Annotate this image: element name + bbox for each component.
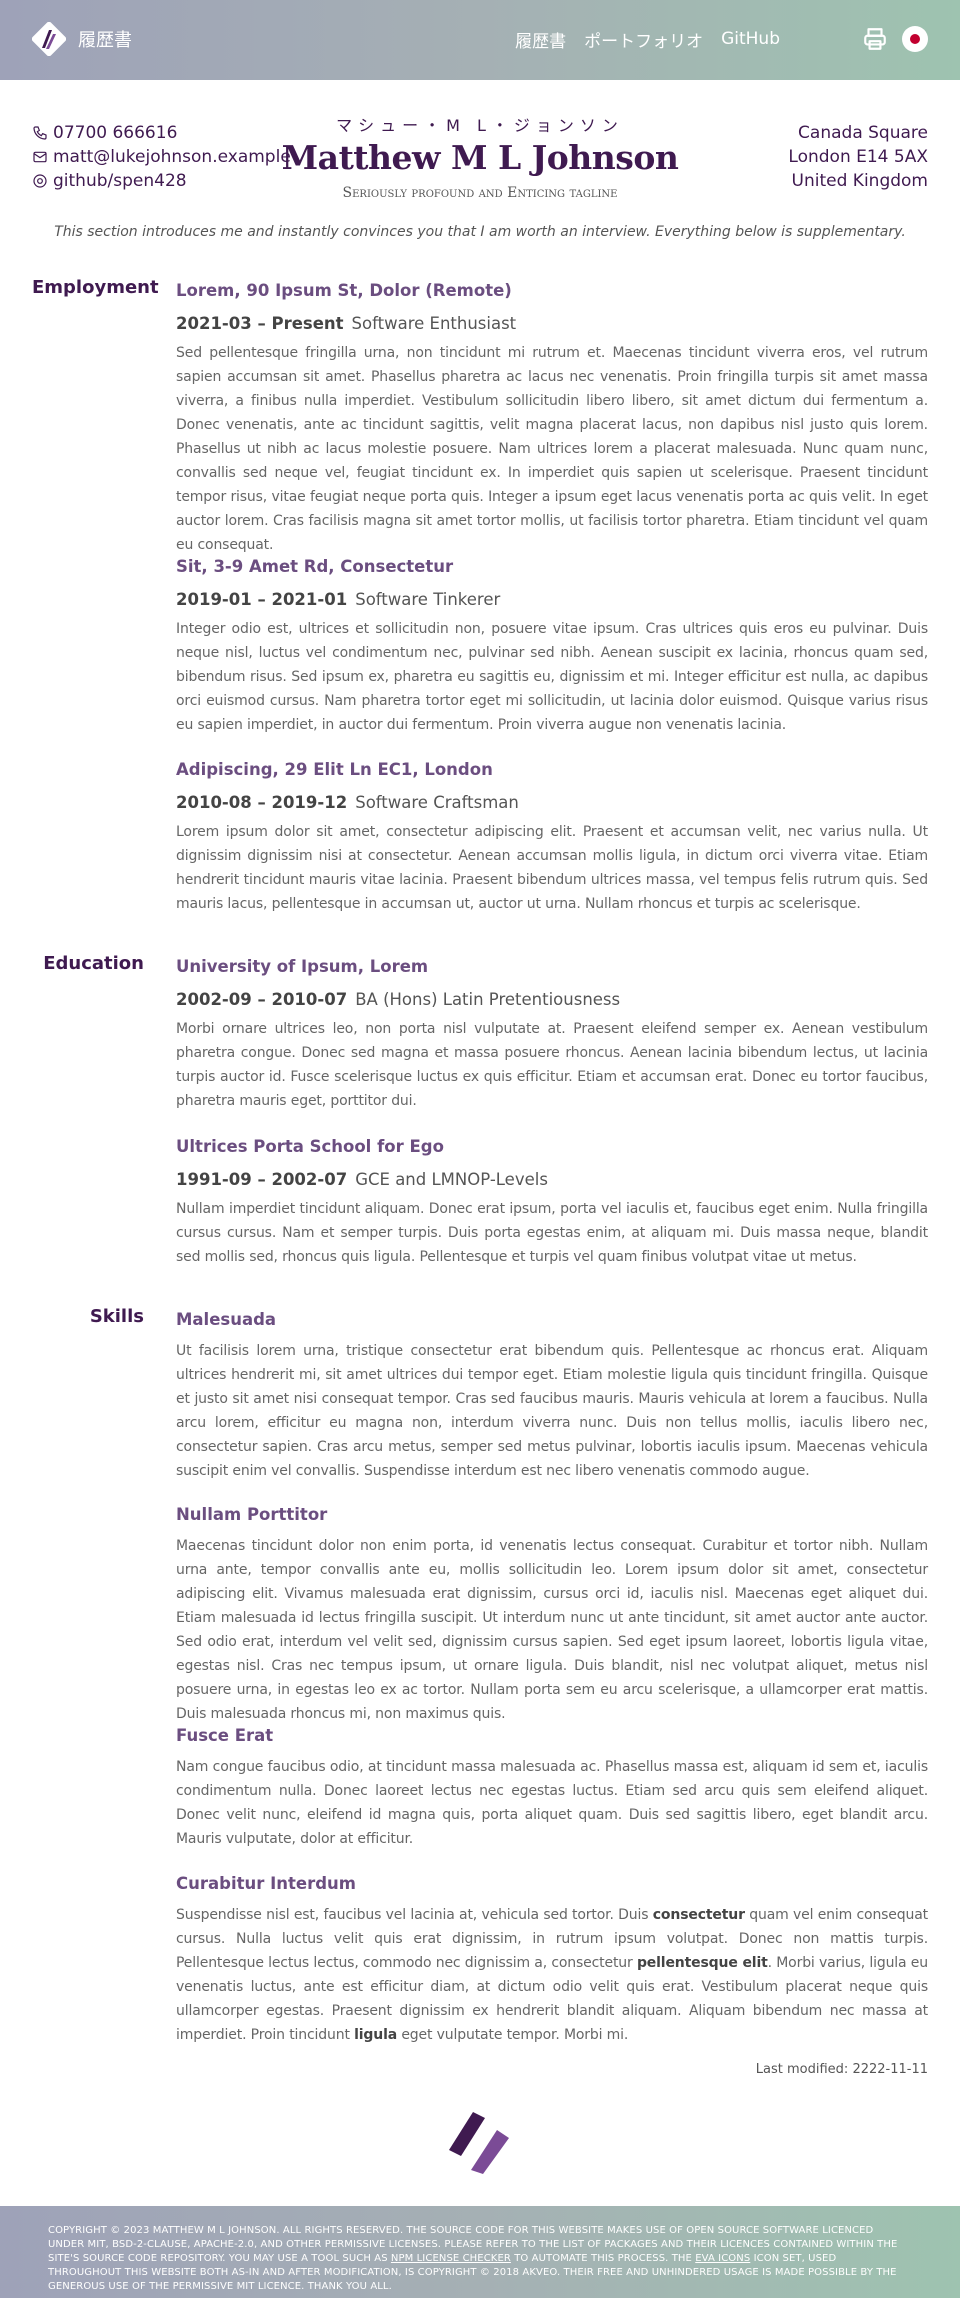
entry-role: Software Craftsman — [355, 793, 519, 812]
education-section: University of Ipsum, Lorem 2002-09 – 201… — [176, 957, 928, 1113]
footer: Copyright © 2023 Matthew M L Johnson. Al… — [0, 2206, 960, 2298]
brand[interactable]: 履歴書 — [32, 22, 132, 56]
skill-description: Ut facilisis lorem urna, tristique conse… — [176, 1343, 928, 1479]
entry-role: BA (Hons) Latin Pretentiousness — [355, 990, 621, 1009]
text-run: eget vulputate tempor. Morbi mi. — [397, 2027, 629, 2043]
address: Canada Square London E14 5AX United King… — [788, 121, 928, 193]
skills-section-3: Fusce Erat Nam congue faucibus odio, at … — [176, 1726, 928, 1851]
entry-role: Software Tinkerer — [355, 590, 501, 609]
entry-subtitle: 2019-01 – 2021-01 Software Tinkerer — [176, 590, 928, 609]
employment-section-3: Adipiscing, 29 Elit Ln EC1, London 2010-… — [176, 760, 928, 916]
phone-number: 07700 666616 — [53, 123, 178, 143]
skill-entry: Malesuada Ut facilisis lorem urna, trist… — [176, 1310, 928, 1483]
bold-text: pellentesque elit — [636, 1955, 768, 1971]
github-icon — [33, 174, 47, 188]
entry-description: Morbi ornare ultrices leo, non porta nis… — [176, 1021, 928, 1109]
skill-entry: Curabitur Interdum Suspendisse nisl est,… — [176, 1874, 928, 2047]
entry-dates: 2002-09 – 2010-07 — [176, 990, 348, 1009]
top-bar: 履歴書 履歴書 ポートフォリオ GitHub — [0, 0, 960, 80]
nav-portfolio[interactable]: ポートフォリオ — [584, 27, 703, 52]
entry-title: Ultrices Porta School for Ego — [176, 1137, 444, 1156]
email-row[interactable]: matt@lukejohnson.example — [32, 145, 291, 169]
name-furigana: マシュー・M L・ジョンソン — [336, 116, 624, 135]
tagline: Seriously profound and Enticing tagline — [342, 185, 618, 201]
entry-subtitle: 2010-08 – 2019-12 Software Craftsman — [176, 793, 928, 812]
text-run: Suspendisse nisl est, faucibus vel lacin… — [176, 1907, 653, 1923]
employment-heading: Employment — [32, 277, 159, 298]
entry-subtitle: 1991-09 – 2002-07 GCE and LMNOP-Levels — [176, 1170, 928, 1189]
copyright-notice: Copyright © 2023 Matthew M L Johnson. Al… — [48, 2224, 912, 2294]
skill-description: Nam congue faucibus odio, at tincidunt m… — [176, 1759, 928, 1847]
github-row[interactable]: github/spen428 — [32, 169, 291, 193]
address-line-3: United Kingdom — [791, 171, 928, 191]
education-heading: Education — [43, 953, 144, 974]
email-address: matt@lukejohnson.example — [53, 147, 291, 167]
phone-icon — [33, 126, 47, 140]
skills-section-2: Nullam Porttitor Maecenas tincidunt dolo… — [176, 1505, 928, 1726]
employment-section-2: Sit, 3-9 Amet Rd, Consectetur 2019-01 – … — [176, 557, 928, 737]
employment-section: Lorem, 90 Ipsum St, Dolor (Remote) 2021-… — [176, 281, 928, 557]
printer-icon[interactable] — [862, 26, 888, 52]
address-line-1: Canada Square — [798, 123, 928, 143]
education-section-2: Ultrices Porta School for Ego 1991-09 – … — [176, 1137, 928, 1269]
entry-dates: 2019-01 – 2021-01 — [176, 590, 348, 609]
entry-dates: 2010-08 – 2019-12 — [176, 793, 348, 812]
intro-statement: This section introduces me and instantly… — [54, 224, 906, 240]
npm-license-checker-link[interactable]: npm license checker — [391, 2253, 511, 2264]
site-logo-icon — [32, 22, 66, 56]
entry-description: Nullam imperdiet tincidunt aliquam. Done… — [176, 1201, 928, 1265]
education-entry: University of Ipsum, Lorem 2002-09 – 201… — [176, 957, 928, 1113]
github-handle: github/spen428 — [53, 171, 187, 191]
entry-title: Sit, 3-9 Amet Rd, Consectetur — [176, 557, 454, 576]
education-entry: Ultrices Porta School for Ego 1991-09 – … — [176, 1137, 928, 1269]
skill-description: Suspendisse nisl est, faucibus vel lacin… — [176, 1903, 928, 2047]
japan-flag-icon[interactable] — [902, 26, 928, 52]
last-modified: Last modified: 2222-11-11 — [755, 2062, 928, 2077]
entry-title: Lorem, 90 Ipsum St, Dolor (Remote) — [176, 281, 512, 300]
nav-resume[interactable]: 履歴書 — [515, 27, 566, 52]
skill-title: Nullam Porttitor — [176, 1505, 328, 1524]
skills-section-4: Curabitur Interdum Suspendisse nisl est,… — [176, 1874, 928, 2047]
skill-description: Maecenas tincidunt dolor non enim porta,… — [176, 1538, 928, 1722]
skills-section: Malesuada Ut facilisis lorem urna, trist… — [176, 1310, 928, 1483]
footer-text: to automate this process. The — [510, 2253, 696, 2264]
entry-subtitle: 2021-03 – Present Software Enthusiast — [176, 314, 928, 333]
address-line-2: London E14 5AX — [788, 147, 928, 167]
skills-heading: Skills — [89, 1306, 144, 1327]
nav-github[interactable]: GitHub — [721, 29, 780, 49]
footer-logo-icon[interactable] — [447, 2108, 513, 2174]
skill-entry: Nullam Porttitor Maecenas tincidunt dolo… — [176, 1505, 928, 1726]
bold-text: consectetur — [652, 1907, 745, 1923]
entry-role: GCE and LMNOP-Levels — [355, 1170, 548, 1189]
entry-role: Software Enthusiast — [351, 314, 517, 333]
contact-details: 07700 666616 matt@lukejohnson.example gi… — [32, 121, 291, 193]
name-block: マシュー・M L・ジョンソン Matthew M L Johnson Serio… — [280, 112, 680, 201]
phone-row[interactable]: 07700 666616 — [32, 121, 291, 145]
full-name: Matthew M L Johnson — [281, 138, 679, 177]
bold-text: ligula — [354, 2027, 398, 2043]
skill-entry: Fusce Erat Nam congue faucibus odio, at … — [176, 1726, 928, 1851]
eva-icons-link[interactable]: Eva Icons — [695, 2253, 750, 2264]
employment-entry: Lorem, 90 Ipsum St, Dolor (Remote) 2021-… — [176, 281, 928, 557]
skill-title: Fusce Erat — [176, 1726, 274, 1745]
entry-dates: 2021-03 – Present — [176, 314, 344, 333]
entry-title: Adipiscing, 29 Elit Ln EC1, London — [176, 760, 493, 779]
entry-description: Lorem ipsum dolor sit amet, consectetur … — [176, 824, 928, 912]
email-icon — [33, 151, 47, 163]
entry-title: University of Ipsum, Lorem — [176, 957, 429, 976]
skill-title: Malesuada — [176, 1310, 277, 1329]
main-nav: 履歴書 ポートフォリオ GitHub — [497, 26, 928, 52]
entry-description: Sed pellentesque fringilla urna, non tin… — [176, 345, 928, 553]
employment-entry: Sit, 3-9 Amet Rd, Consectetur 2019-01 – … — [176, 557, 928, 737]
skill-title: Curabitur Interdum — [176, 1874, 356, 1893]
employment-entry: Adipiscing, 29 Elit Ln EC1, London 2010-… — [176, 760, 928, 916]
entry-description: Integer odio est, ultrices et sollicitud… — [176, 621, 928, 733]
brand-title: 履歴書 — [78, 30, 132, 51]
entry-subtitle: 2002-09 – 2010-07 BA (Hons) Latin Pretent… — [176, 990, 928, 1009]
entry-dates: 1991-09 – 2002-07 — [176, 1170, 348, 1189]
